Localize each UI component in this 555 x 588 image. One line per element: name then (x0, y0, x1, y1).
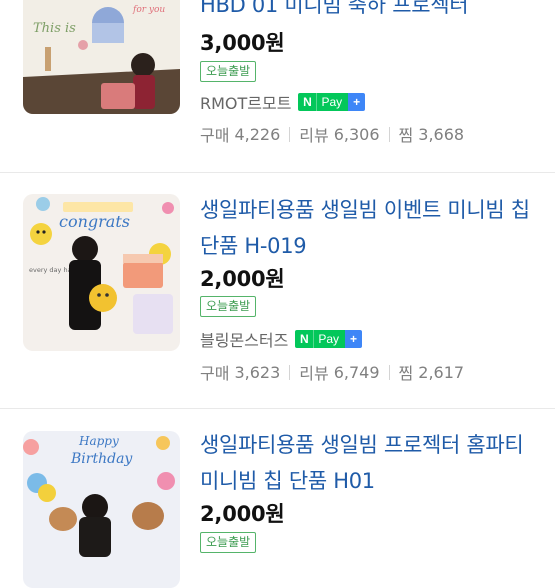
wish-count: 3,668 (418, 124, 465, 144)
stat-divider (388, 364, 390, 380)
npay-n-label: N (298, 93, 317, 111)
seller-name-2[interactable]: 블링몬스터즈 (200, 327, 288, 351)
npay-icon: N Pay + (295, 330, 363, 348)
purchase-label: 구매 (200, 126, 230, 145)
product-price-3: 2,000원 (200, 502, 285, 526)
product-price-2: 2,000원 (200, 267, 285, 291)
product-image-3[interactable]: Happy Birthday (23, 431, 180, 588)
product-title-1[interactable]: HBD 01 미니빔 축하 프로젝터 (200, 0, 540, 23)
stat-divider (289, 364, 291, 380)
stat-divider (289, 126, 291, 142)
seller-name-1[interactable]: RMOT르모트 (200, 90, 291, 114)
seller-row-2: 블링몬스터즈 N Pay + (200, 327, 363, 351)
stat-divider (388, 126, 390, 142)
image-text-2a: congrats (59, 212, 130, 231)
image-text-3b: Birthday (70, 451, 133, 467)
product-title-3[interactable]: 생일파티용품 생일빔 프로젝터 홈파티 미니빔 칩 단품 H01 (200, 427, 540, 499)
product-image-1[interactable]: This is for you (23, 0, 180, 114)
wish-label: 찜 (398, 126, 414, 145)
npay-plus-icon: + (348, 93, 366, 111)
product-image-2[interactable]: congrats every day happy you (23, 194, 180, 351)
npay-pay-label: Pay (316, 93, 349, 111)
purchase-count: 3,623 (234, 362, 281, 382)
product-image-1-graphic: This is for you (23, 0, 180, 114)
item-divider (0, 408, 555, 409)
purchase-label: 구매 (200, 364, 230, 383)
review-count: 6,306 (333, 124, 380, 144)
npay-pay-label: Pay (313, 330, 346, 348)
purchase-count: 4,226 (234, 124, 281, 144)
npay-n-label: N (295, 330, 314, 348)
image-text-3a: Happy (78, 434, 119, 448)
review-count: 6,749 (333, 362, 380, 382)
wish-count: 2,617 (418, 362, 465, 382)
product-stats-2: 구매 3,623 리뷰 6,749 찜 2,617 (200, 360, 464, 384)
product-title-2[interactable]: 생일파티용품 생일빔 이벤트 미니빔 칩 단품 H-019 (200, 192, 540, 264)
product-price-1: 3,000원 (200, 31, 285, 55)
product-image-2-graphic: congrats every day happy you (23, 194, 180, 351)
image-text-1a: This is (33, 21, 76, 36)
shipping-badge-3: 오늘출발 (200, 532, 257, 553)
product-image-3-graphic: Happy Birthday (23, 431, 180, 588)
wish-label: 찜 (398, 364, 414, 383)
npay-icon: N Pay + (298, 93, 366, 111)
image-text-1b: for you (132, 5, 165, 15)
npay-plus-icon: + (345, 330, 363, 348)
shipping-badge-1: 오늘출발 (200, 61, 257, 82)
product-stats-1: 구매 4,226 리뷰 6,306 찜 3,668 (200, 122, 464, 146)
shipping-badge-2: 오늘출발 (200, 296, 257, 317)
review-label: 리뷰 (299, 364, 329, 383)
review-label: 리뷰 (299, 126, 329, 145)
item-divider (0, 172, 555, 173)
seller-row-1: RMOT르모트 N Pay + (200, 90, 366, 114)
